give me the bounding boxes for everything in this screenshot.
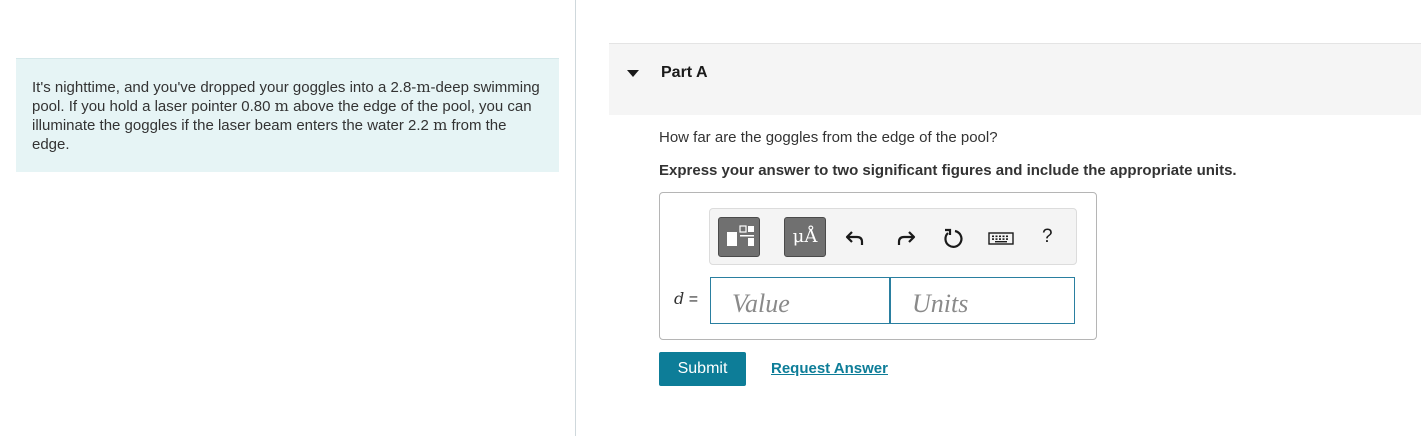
problem-text-1: It's nighttime, and you've dropped your …: [32, 79, 417, 96]
collapse-caret-icon[interactable]: [627, 70, 639, 77]
help-button[interactable]: ?: [1042, 226, 1053, 248]
templates-button[interactable]: [718, 217, 760, 257]
page: It's nighttime, and you've dropped your …: [0, 0, 1421, 436]
panel-divider: [575, 0, 576, 436]
redo-icon[interactable]: [894, 227, 916, 249]
variable-symbol: d: [674, 289, 685, 308]
question-text: How far are the goggles from the edge of…: [659, 129, 998, 146]
symbols-label: μÅ: [792, 226, 818, 247]
part-header[interactable]: Part A: [609, 43, 1421, 115]
keyboard-icon[interactable]: [988, 227, 1014, 249]
answer-box: μÅ ? d = Value Units: [659, 192, 1097, 340]
reset-icon[interactable]: [942, 227, 964, 249]
equals-sign: =: [684, 291, 699, 308]
answer-variable-label: d =: [674, 289, 698, 309]
unit-meter: m: [274, 97, 289, 115]
instruction-text: Express your answer to two significant f…: [659, 162, 1237, 179]
unit-meter: m: [433, 116, 448, 134]
problem-statement: It's nighttime, and you've dropped your …: [16, 58, 559, 172]
templates-icon: [727, 225, 754, 246]
symbols-button[interactable]: μÅ: [784, 217, 826, 257]
submit-button[interactable]: Submit: [659, 352, 746, 386]
part-title: Part A: [661, 64, 708, 81]
units-input[interactable]: [890, 277, 1075, 324]
value-input[interactable]: [710, 277, 890, 324]
request-answer-link[interactable]: Request Answer: [771, 360, 888, 377]
unit-meter: m: [416, 78, 431, 96]
math-toolbar: μÅ ?: [709, 208, 1077, 265]
undo-icon[interactable]: [845, 227, 867, 249]
